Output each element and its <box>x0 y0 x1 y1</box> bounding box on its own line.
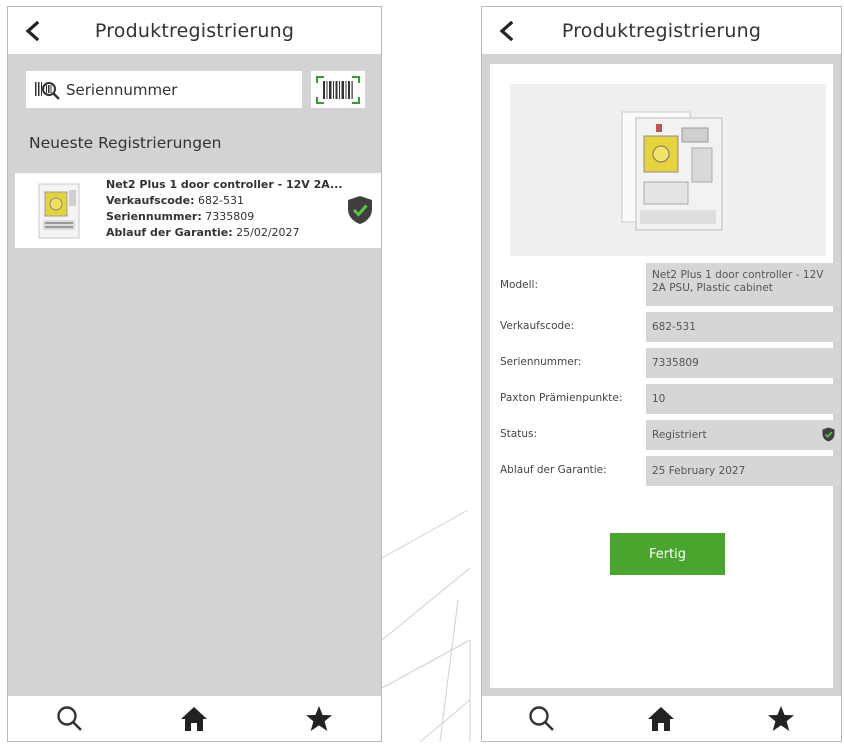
header: Produktregistrierung <box>482 7 841 54</box>
home-icon <box>181 706 208 731</box>
phone-screen-left: Produktregistrierung Seriennummer Neuest… <box>7 6 382 742</box>
reward-points-row: Paxton Prämienpunkte: 10 <box>500 384 841 414</box>
nav-home[interactable] <box>174 701 214 737</box>
nav-search[interactable] <box>522 701 562 737</box>
product-name: Net2 Plus 1 door controller - 12V 2A... <box>106 178 343 191</box>
sales-code-value: 682-531 <box>646 312 841 342</box>
reward-points-value: 10 <box>646 384 841 414</box>
serial-search-input[interactable] <box>66 80 286 99</box>
nav-favorites[interactable] <box>761 701 801 737</box>
search-icon <box>529 705 554 731</box>
warranty-value: 25 February 2027 <box>646 456 841 486</box>
serial-row: Seriennummer: 7335809 <box>500 348 841 378</box>
warranty-label: Ablauf der Garantie: <box>106 226 233 239</box>
status-label: Status: <box>500 428 537 440</box>
sales-code-label: Verkaufscode: <box>106 194 195 207</box>
nav-home[interactable] <box>641 701 681 737</box>
serial-search-field[interactable] <box>26 71 302 108</box>
sales-code-line: Verkaufscode: 682-531 <box>106 193 343 209</box>
serial-label: Seriennummer: <box>106 210 202 223</box>
bottom-nav <box>8 696 381 741</box>
serial-value: 7335809 <box>646 348 841 378</box>
controller-thumbnail <box>38 183 80 239</box>
warranty-line: Ablauf der Garantie: 25/02/2027 <box>106 225 343 241</box>
sales-code-label: Verkaufscode: <box>500 320 575 332</box>
status-value: Registriert <box>652 429 707 441</box>
star-icon <box>768 705 795 731</box>
warranty-label: Ablauf der Garantie: <box>500 464 607 476</box>
nav-search[interactable] <box>50 701 90 737</box>
product-details-card: Modell: Net2 Plus 1 door controller - 12… <box>490 64 841 688</box>
barcode-search-icon <box>35 81 60 100</box>
recent-registrations-heading: Neueste Registrierungen <box>29 134 222 152</box>
star-icon <box>305 705 332 731</box>
page-title: Produktregistrierung <box>561 19 762 42</box>
registration-list-item[interactable]: Net2 Plus 1 door controller - 12V 2A... … <box>15 173 381 248</box>
registration-details: Net2 Plus 1 door controller - 12V 2A... … <box>106 177 343 241</box>
verified-shield-icon <box>348 196 372 224</box>
sales-code-value: 682-531 <box>198 194 244 207</box>
home-icon <box>648 706 675 731</box>
content-area: Modell: Net2 Plus 1 door controller - 12… <box>482 54 841 696</box>
barcode-scan-icon <box>316 75 360 104</box>
sales-code-row: Verkaufscode: 682-531 <box>500 312 841 342</box>
phone-screen-right: Modell: Net2 Plus 1 door controller - 12… <box>481 6 842 742</box>
search-icon <box>57 705 83 731</box>
warranty-value: 25/02/2027 <box>236 226 300 239</box>
serial-value: 7335809 <box>205 210 255 223</box>
bottom-nav <box>482 696 841 741</box>
back-button[interactable] <box>24 21 42 41</box>
status-row: Status: Registriert <box>500 420 841 450</box>
warranty-row: Ablauf der Garantie: 25 February 2027 <box>500 456 841 486</box>
status-field: Registriert <box>646 420 841 450</box>
serial-line: Seriennummer: 7335809 <box>106 209 343 225</box>
serial-label: Seriennummer: <box>500 356 582 368</box>
chevron-left-icon <box>499 21 514 41</box>
back-button[interactable] <box>498 21 516 41</box>
verified-shield-icon <box>822 427 835 442</box>
nav-favorites[interactable] <box>299 701 339 737</box>
header: Produktregistrierung <box>8 7 381 54</box>
model-value: Net2 Plus 1 door controller - 12V 2A PSU… <box>646 263 841 306</box>
product-image <box>510 84 826 256</box>
reward-points-label: Paxton Prämienpunkte: <box>500 392 623 404</box>
barcode-scan-button[interactable] <box>311 71 365 108</box>
chevron-left-icon <box>25 21 40 41</box>
done-button[interactable]: Fertig <box>610 533 725 575</box>
model-label: Modell: <box>500 279 538 291</box>
model-row: Modell: Net2 Plus 1 door controller - 12… <box>500 263 841 306</box>
page-title: Produktregistrierung <box>94 19 295 42</box>
